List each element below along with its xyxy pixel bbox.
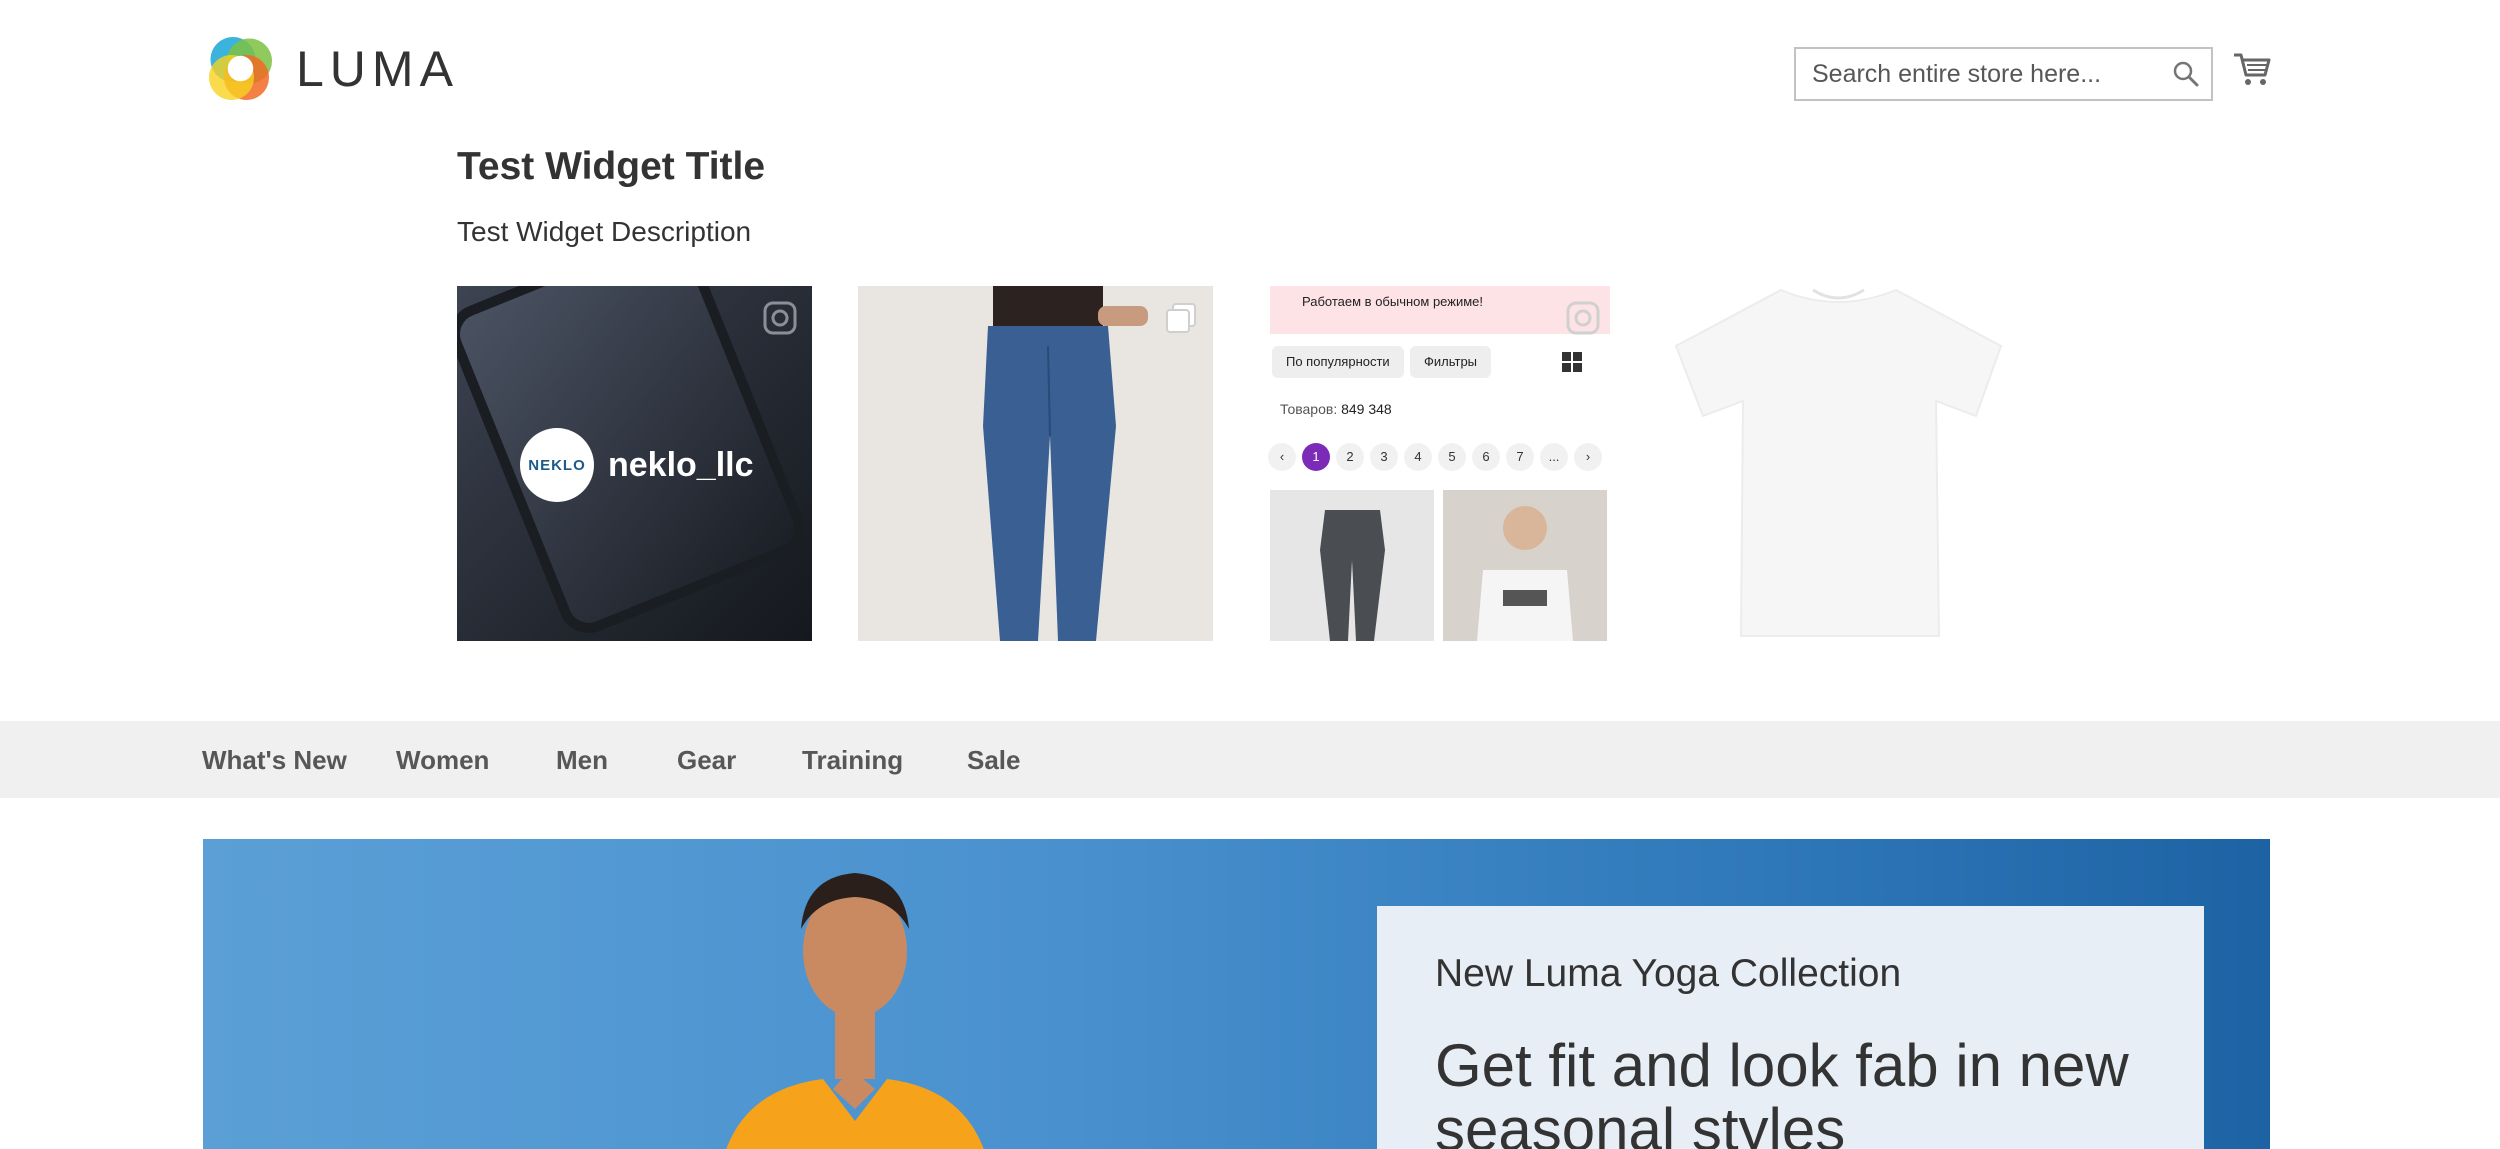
pagination: ‹ 1 2 3 4 5 6 7 ... › (1268, 443, 1602, 471)
widget-tile-phone[interactable]: NEKLO neklo_llc (457, 286, 812, 641)
page-number: 6 (1472, 443, 1500, 471)
page-number: 4 (1404, 443, 1432, 471)
jeans-image (858, 286, 1213, 641)
widget-description: Test Widget Description (457, 216, 752, 247)
page-number: 5 (1438, 443, 1466, 471)
logo-text: LUMA (296, 40, 459, 97)
next-page-icon: › (1574, 443, 1602, 471)
nav-item-training[interactable]: Training (802, 745, 903, 776)
page-header: LUMA (0, 0, 2500, 130)
product-count: Товаров: 849 348 (1280, 401, 1392, 417)
nav-item-women[interactable]: Women (396, 745, 489, 776)
nav-item-whats-new[interactable]: What's New (202, 745, 347, 776)
search-icon (2173, 61, 2199, 87)
account-overlay: NEKLO neklo_llc (520, 428, 754, 502)
account-name: neklo_llc (608, 445, 754, 484)
instagram-icon (1566, 301, 1600, 335)
widget-tile-tshirt[interactable] (1661, 286, 2016, 641)
grid-view-icon (1562, 352, 1582, 372)
hero-banner[interactable]: New Luma Yoga Collection Get fit and loo… (203, 839, 2270, 1149)
yoga-model-image (726, 873, 984, 1149)
model-thumb-image (1477, 506, 1573, 641)
jeans-thumb-image (1320, 510, 1385, 641)
product-thumb-tshirt (1443, 490, 1607, 641)
hero-subtitle: New Luma Yoga Collection (1435, 952, 1902, 995)
filter-chip: Фильтры (1410, 346, 1492, 378)
search-button[interactable] (2171, 59, 2201, 89)
widget-tile-shop-screenshot[interactable]: Работаем в обычном режиме! По популярнос… (1260, 286, 1615, 641)
gallery-icon (1166, 303, 1196, 333)
hero-text-panel: New Luma Yoga Collection Get fit and loo… (1377, 906, 2204, 1149)
page-number: 2 (1336, 443, 1364, 471)
instagram-icon (763, 301, 797, 335)
product-thumb-jeans (1270, 490, 1434, 641)
nav-item-men[interactable]: Men (556, 745, 608, 776)
neklo-logo: NEKLO (520, 428, 594, 502)
cart-icon[interactable] (2232, 49, 2272, 89)
nav-item-gear[interactable]: Gear (677, 745, 736, 776)
page-ellipsis: ... (1540, 443, 1568, 471)
notice-banner: Работаем в обычном режиме! (1270, 286, 1610, 334)
hero-headline: Get fit and look fab in new seasonal sty… (1435, 1032, 2129, 1149)
prev-page-icon: ‹ (1268, 443, 1296, 471)
page-number: 1 (1302, 443, 1330, 471)
tshirt-image (1674, 288, 2003, 637)
page-number: 3 (1370, 443, 1398, 471)
search-input[interactable] (1796, 49, 2156, 99)
nav-item-sale[interactable]: Sale (967, 745, 1021, 776)
notice-text: Работаем в обычном режиме! (1302, 294, 1483, 309)
count-label: Товаров: (1280, 401, 1338, 417)
widget-tile-jeans[interactable] (858, 286, 1213, 641)
widget-title: Test Widget Title (457, 145, 766, 188)
search-box (1794, 47, 2213, 101)
luma-logo[interactable]: LUMA (203, 31, 459, 106)
main-navigation: What's New Women Men Gear Training Sale (0, 721, 2500, 798)
count-value: 849 348 (1341, 401, 1392, 417)
sort-chip: По популярности (1272, 346, 1404, 378)
page-number: 7 (1506, 443, 1534, 471)
luma-logo-icon (209, 37, 272, 100)
